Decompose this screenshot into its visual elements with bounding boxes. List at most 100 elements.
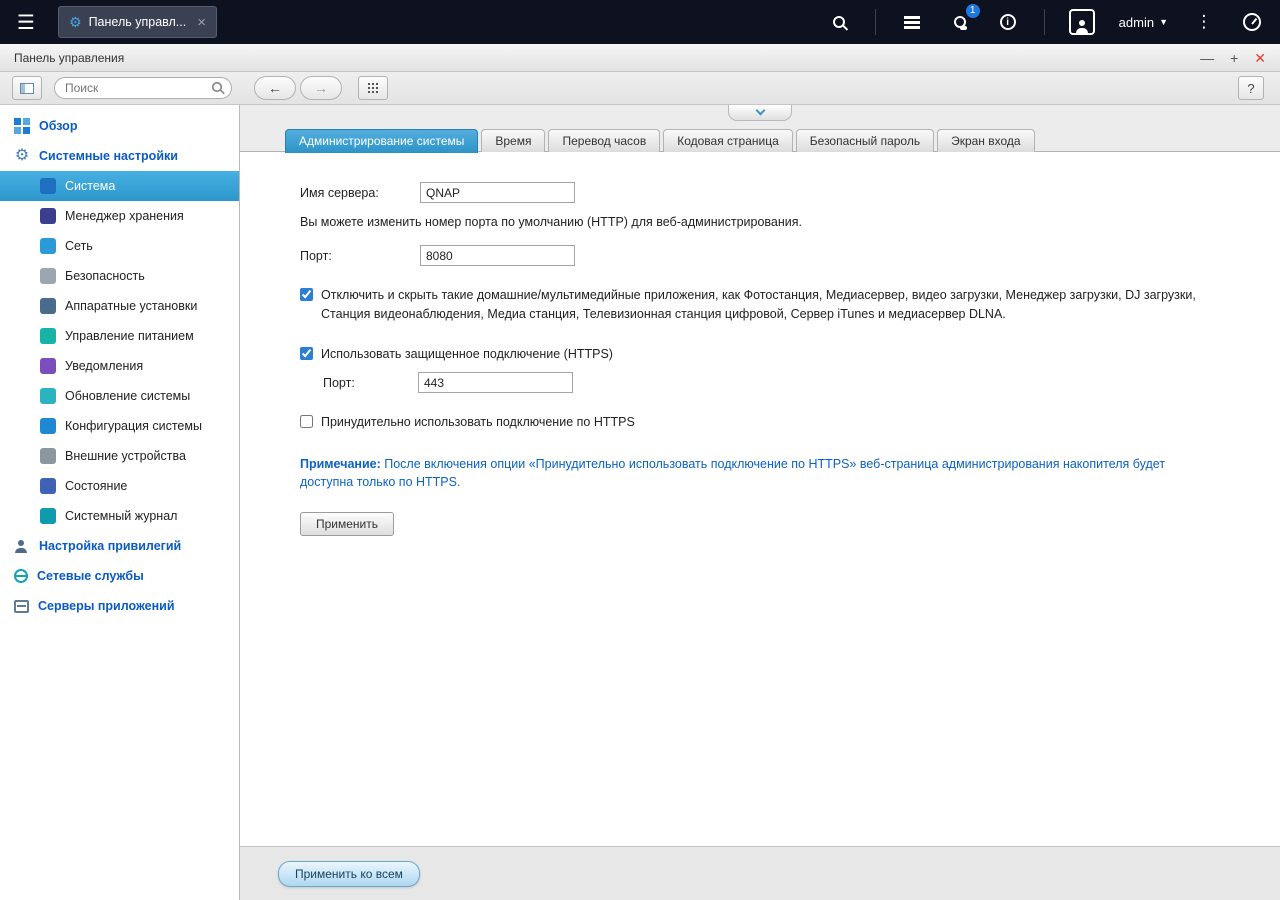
minimize-button[interactable]: — <box>1200 51 1214 65</box>
collapse-tabs-button[interactable] <box>728 105 792 121</box>
hide-apps-row: Отключить и скрыть такие домашние/мульти… <box>300 286 1240 325</box>
sidebar-item-hardware[interactable]: Аппаратные установки <box>0 291 239 321</box>
sidebar-item-system-logs[interactable]: Системный журнал <box>0 501 239 531</box>
server-icon <box>14 599 29 613</box>
hide-apps-checkbox[interactable] <box>300 288 313 301</box>
search-icon <box>211 81 223 93</box>
tab-login-screen[interactable]: Экран входа <box>937 129 1035 152</box>
divider <box>1043 9 1045 35</box>
sidebar-item-label: Сетевые службы <box>37 569 144 583</box>
search-icon[interactable] <box>827 10 851 34</box>
headset-glyph <box>953 16 967 30</box>
sidebar-item-label: Аппаратные установки <box>65 299 198 313</box>
tab-system-administration[interactable]: Администрирование системы <box>285 129 479 153</box>
apply-all-button[interactable]: Применить ко всем <box>278 860 420 887</box>
topbar: ☰ ⚙ Панель управл... × 1 admin ▼ ⋮ <box>0 0 1280 44</box>
window-title: Панель управления <box>14 50 125 65</box>
maximize-button[interactable]: + <box>1230 51 1238 65</box>
sidebar-item-label: Системный журнал <box>65 509 178 523</box>
apply-button[interactable]: Применить <box>300 512 395 536</box>
background-tasks-icon[interactable] <box>900 10 924 34</box>
notification-badge: 1 <box>965 4 980 18</box>
network-icon <box>40 238 56 254</box>
caret-down-icon: ▼ <box>1159 17 1168 27</box>
sidebar-item-network[interactable]: Сеть <box>0 231 239 261</box>
window-controls: — + ✕ <box>1200 51 1266 65</box>
sidebar-item-security[interactable]: Безопасность <box>0 261 239 291</box>
lock-icon <box>40 268 56 284</box>
more-options-icon[interactable]: ⋮ <box>1192 10 1216 34</box>
globe-icon <box>14 569 28 583</box>
apps-grid-button[interactable] <box>358 76 388 100</box>
sidebar-item-firmware-update[interactable]: Обновление системы <box>0 381 239 411</box>
forward-button[interactable]: → <box>300 76 342 100</box>
notifications-icon[interactable]: 1 <box>948 4 980 34</box>
tab-codepage[interactable]: Кодовая страница <box>663 129 793 152</box>
http-port-input[interactable] <box>420 245 575 266</box>
sidebar-item-external-devices[interactable]: Внешние устройства <box>0 441 239 471</box>
search-input[interactable] <box>54 77 232 99</box>
sidebar-item-label: Конфигурация системы <box>65 419 202 433</box>
app-tab-close-icon[interactable]: × <box>197 14 206 31</box>
user-menu[interactable]: admin ▼ <box>1119 15 1168 30</box>
https-checkbox[interactable] <box>300 346 313 360</box>
magnifier-glyph <box>832 16 845 28</box>
sidebar-item-power[interactable]: Управление питанием <box>0 321 239 351</box>
overview-icon <box>14 118 30 134</box>
tab-label: Перевод часов <box>562 134 647 148</box>
sidebar-item-storage-manager[interactable]: Менеджер хранения <box>0 201 239 231</box>
sidebar-item-overview[interactable]: Обзор <box>0 111 239 141</box>
person-glyph <box>1075 20 1089 33</box>
tab-label: Экран входа <box>951 134 1021 148</box>
external-device-icon <box>40 448 56 464</box>
app-tab-control-panel[interactable]: ⚙ Панель управл... × <box>58 6 217 38</box>
sidebar-item-backup-restore[interactable]: Конфигурация системы <box>0 411 239 441</box>
nav-buttons: ← → <box>254 76 342 100</box>
hide-apps-label: Отключить и скрыть такие домашние/мульти… <box>321 288 1196 322</box>
config-icon <box>40 418 56 434</box>
http-port-row: Порт: <box>300 245 1240 266</box>
info-icon[interactable] <box>996 10 1020 34</box>
https-port-input[interactable] <box>418 372 573 394</box>
storage-icon <box>40 208 56 224</box>
sidebar-item-network-services[interactable]: Сетевые службы <box>0 561 239 591</box>
help-button[interactable]: ? <box>1238 76 1264 100</box>
user-avatar-icon[interactable] <box>1068 9 1095 35</box>
hardware-icon <box>40 298 56 314</box>
info-glyph <box>999 14 1016 30</box>
settings-form: Имя сервера: Вы можете изменить номер по… <box>240 151 1280 846</box>
sidebar-item-label: Сеть <box>65 239 93 253</box>
divider <box>874 9 876 35</box>
sidebar-item-label: Состояние <box>65 479 128 493</box>
sidebar-item-system[interactable]: Система <box>0 171 239 201</box>
close-button[interactable]: ✕ <box>1254 51 1266 65</box>
tab-time[interactable]: Время <box>481 129 546 152</box>
sidebar-item-label: Обзор <box>39 119 78 133</box>
resource-monitor-icon[interactable] <box>1240 10 1264 34</box>
gear-icon: ⚙ <box>69 14 82 30</box>
tab-label: Время <box>495 134 532 148</box>
sidebar-item-notifications[interactable]: Уведомления <box>0 351 239 381</box>
sidebar-item-system-settings[interactable]: ⚙ Системные настройки <box>0 141 239 171</box>
server-name-row: Имя сервера: <box>300 182 1240 203</box>
sidebar-item-system-status[interactable]: Состояние <box>0 471 239 501</box>
force-https-checkbox[interactable] <box>300 415 313 429</box>
note-body: После включения опции «Принудительно исп… <box>300 456 1166 490</box>
sidebar-toggle-button[interactable] <box>12 76 42 100</box>
note-text: Примечание: После включения опции «Прину… <box>300 455 1200 493</box>
back-button[interactable]: ← <box>254 76 296 100</box>
sidebar-item-privilege-settings[interactable]: Настройка привилегий <box>0 531 239 561</box>
status-icon <box>40 478 56 494</box>
server-name-input[interactable] <box>420 182 575 203</box>
sidebar-item-label: Внешние устройства <box>65 449 186 463</box>
log-icon <box>40 508 56 524</box>
tab-password-strength[interactable]: Безопасный пароль <box>795 129 935 152</box>
tab-label: Кодовая страница <box>677 134 779 148</box>
sidebar-item-label: Менеджер хранения <box>65 209 184 223</box>
tab-daylight-saving[interactable]: Перевод часов <box>548 129 661 152</box>
toolbar: ← → ? <box>0 72 1280 105</box>
gauge-glyph <box>1243 13 1261 31</box>
main-menu-button[interactable]: ☰ <box>0 0 52 44</box>
sidebar-item-application-servers[interactable]: Серверы приложений <box>0 591 239 621</box>
app-tab-label: Панель управл... <box>88 15 187 29</box>
